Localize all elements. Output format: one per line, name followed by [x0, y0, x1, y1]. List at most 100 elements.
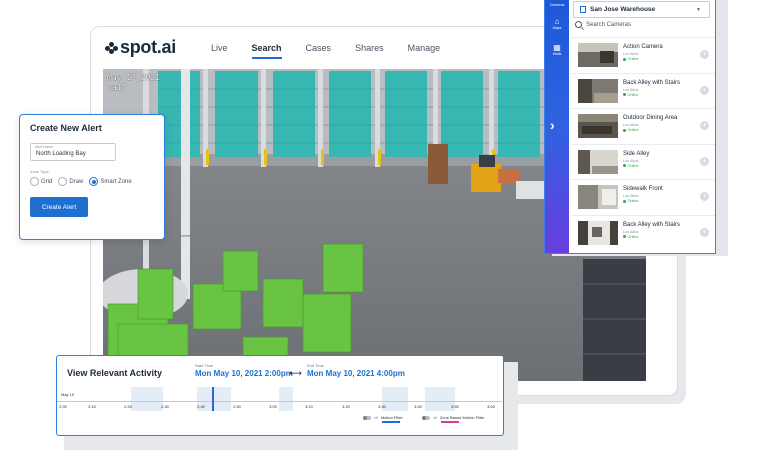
create-alert-card: Create New Alert Alert Name North Loadin…	[19, 114, 165, 240]
camera-status: Online	[623, 57, 638, 61]
plus-icon[interactable]: +	[700, 156, 709, 166]
tick-label: 3:20	[342, 404, 350, 409]
timeline-date: May 10	[61, 392, 75, 397]
feed-timestamp: May 17,2021 ra17	[107, 73, 160, 93]
logo-icon	[105, 41, 118, 54]
camera-thumbnail	[578, 185, 618, 209]
nav-live[interactable]: Live	[211, 43, 228, 53]
nav-manage[interactable]: Manage	[408, 43, 441, 53]
tick-label: 2:00	[59, 404, 67, 409]
camera-name: Sidewalk Front	[623, 186, 663, 192]
camera-list: Action Camera Los Altos Online + Back Al…	[571, 37, 715, 251]
plus-icon[interactable]: +	[700, 85, 709, 95]
camera-name: Back Alley with Stairs	[623, 79, 681, 86]
camera-status-text: Online	[627, 234, 639, 239]
tick-label: 2:10	[88, 404, 96, 409]
marketing-composite: spot.ai Live Search Cases Shares Manage	[0, 0, 760, 475]
camera-location: Los Altos	[623, 158, 639, 163]
logo[interactable]: spot.ai	[105, 37, 176, 58]
zone-motion-filter-toggle[interactable]: off Zone Based Motion Filter	[422, 415, 485, 423]
status-dot-icon	[623, 199, 626, 203]
rail-walls[interactable]: ▦ Walls	[545, 43, 569, 56]
rail-cameras[interactable]: Cameras	[545, 3, 569, 7]
motion-filter-label: Motion Filter	[380, 415, 403, 420]
status-dot-icon	[623, 57, 626, 61]
create-alert-button[interactable]: Create Alert	[30, 197, 88, 217]
end-time-label: End Time	[307, 363, 324, 368]
camera-status-text: Online	[627, 57, 639, 61]
motion-filter-line	[382, 421, 400, 423]
camera-row[interactable]: Back Alley with Stairs Los Altos Online …	[571, 72, 715, 109]
zone-motion-filter-state: off	[433, 415, 437, 420]
zone-motion-filter-line	[441, 421, 459, 423]
zone-motion-filter-label: Zone Based Motion Filter	[439, 415, 485, 420]
tick-label: 2:40	[197, 404, 205, 409]
search-icon	[575, 21, 582, 28]
radio-smart-zone-dot[interactable]	[89, 177, 99, 186]
map-icon: ⌂	[554, 17, 560, 26]
radio-draw-dot[interactable]	[58, 177, 68, 186]
camera-status: Online	[623, 93, 638, 97]
radio-draw[interactable]: Draw	[58, 177, 83, 186]
activity-timeline-panel: View Relevant Activity Start Time Mon Ma…	[56, 355, 504, 436]
end-time-value[interactable]: Mon May 10, 2021 4:00pm	[307, 369, 405, 378]
camera-status-text: Online	[627, 163, 639, 168]
camera-status-text: Online	[627, 128, 639, 132]
plus-icon[interactable]: +	[700, 192, 709, 201]
camera-search-placeholder: Search Cameras	[586, 21, 632, 28]
radio-draw-label: Draw	[69, 178, 84, 185]
camera-status: Online	[623, 199, 638, 203]
plus-icon[interactable]: +	[700, 227, 709, 237]
camera-thumbnail	[578, 114, 618, 138]
camera-name: Outdoor Dining Area	[623, 115, 678, 121]
motion-filter-toggle[interactable]: off Motion Filter	[363, 415, 403, 423]
motion-filter-switch[interactable]	[363, 415, 371, 420]
camera-thumbnail	[578, 43, 618, 67]
nav-cases[interactable]: Cases	[306, 43, 332, 53]
camera-search[interactable]: Search Cameras	[575, 21, 631, 28]
alert-name-label: Alert Name	[35, 145, 53, 149]
nav-shares[interactable]: Shares	[355, 43, 384, 53]
timeline-title: View Relevant Activity	[67, 368, 163, 378]
grid-icon: ▦	[553, 43, 561, 52]
nav-search[interactable]: Search	[251, 43, 282, 59]
camera-thumbnail	[578, 149, 618, 174]
status-dot-icon	[623, 235, 626, 238]
rail-walls-label: Walls	[552, 52, 562, 56]
timeline-axis	[57, 401, 502, 402]
camera-status-text: Online	[627, 199, 639, 203]
radio-grid-dot[interactable]	[30, 177, 39, 186]
camera-row[interactable]: Side Alley Los Altos Online +	[571, 143, 715, 180]
chevron-right-icon[interactable]: ›	[550, 117, 555, 133]
camera-row[interactable]: Back Alley with Stairs Los Altos Online …	[571, 214, 715, 251]
plus-icon[interactable]: +	[700, 50, 709, 59]
radio-smart-zone[interactable]: Smart Zone	[89, 177, 132, 186]
site-selector[interactable]: San Jose Warehouse ▼	[573, 1, 710, 18]
tick-label: 3:50	[451, 404, 459, 409]
camera-location: Los Altos	[623, 52, 639, 56]
site-name: San Jose Warehouse	[590, 6, 656, 13]
start-time-value[interactable]: Mon May 10, 2021 2:00pm	[195, 369, 293, 378]
rail-cameras-label: Cameras	[549, 3, 565, 7]
camera-status-text: Online	[627, 92, 639, 97]
camera-row[interactable]: Sidewalk Front Los Altos Online +	[571, 179, 715, 215]
zone-motion-filter-switch[interactable]	[422, 415, 430, 420]
building-icon	[580, 6, 586, 13]
camera-row[interactable]: Action Camera Los Altos Online +	[571, 37, 715, 73]
motion-filter-state: off	[374, 415, 378, 420]
rail-maps-label: Maps	[552, 26, 562, 30]
alert-name-field[interactable]: Alert Name North Loading Bay	[30, 143, 116, 161]
camera-status: Online	[623, 235, 638, 239]
start-time-label: Start Time	[195, 363, 214, 368]
camera-row[interactable]: Outdoor Dining Area Los Altos Online +	[571, 108, 715, 144]
radio-grid[interactable]: Grid	[30, 177, 52, 186]
camera-status: Online	[623, 164, 638, 168]
logo-text: spot.ai	[120, 37, 176, 57]
timestamp-line-2: ra17	[107, 83, 127, 92]
main-nav: Live Search Cases Shares Manage	[211, 43, 441, 59]
alert-name-value: North Loading Bay	[36, 151, 86, 157]
side-rail: Cameras ⌂ Maps ▦ Walls ›	[545, 0, 569, 253]
rail-maps[interactable]: ⌂ Maps	[545, 17, 569, 30]
status-dot-icon	[623, 164, 626, 167]
plus-icon[interactable]: +	[700, 121, 709, 130]
